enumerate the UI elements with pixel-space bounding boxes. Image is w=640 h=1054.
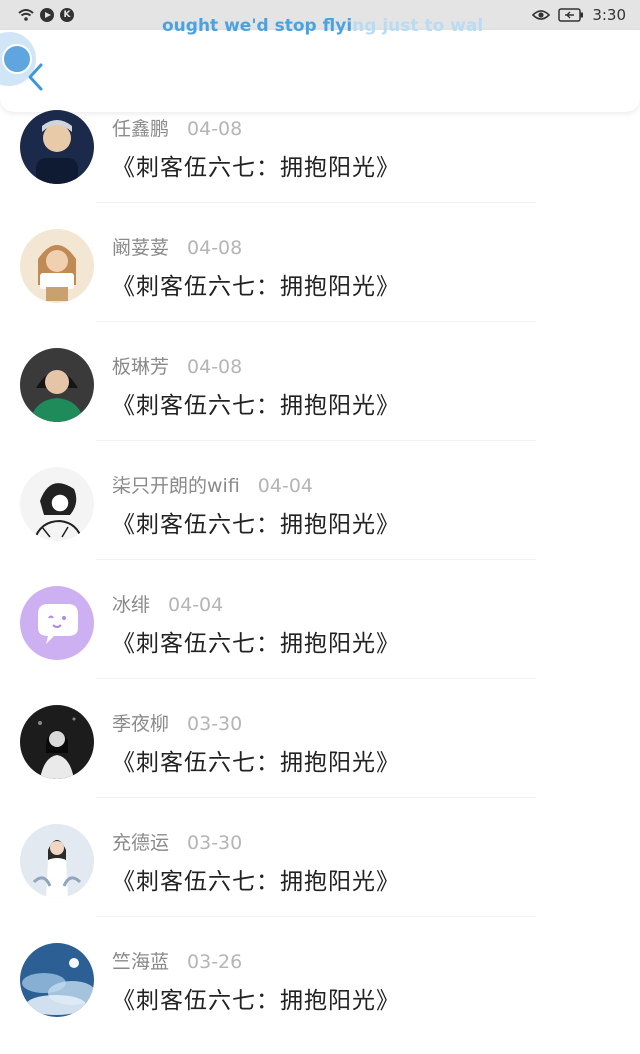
list-item[interactable]: 柒只开朗的wifi 04-04 《刺客伍六七：拥抱阳光》 [0,459,640,578]
k-app-icon [60,8,74,22]
avatar[interactable] [20,348,94,422]
avatar[interactable] [20,110,94,184]
list-item[interactable]: 竺海蓝 03-26 《刺客伍六七：拥抱阳光》 [0,935,640,1054]
close-icon [2,44,32,74]
user-name[interactable]: 冰绯 [112,590,150,617]
divider [96,559,536,560]
avatar[interactable] [20,467,94,541]
list-item[interactable]: 冰绯 04-04 《刺客伍六七：拥抱阳光》 [0,578,640,697]
clock: 3:30 [592,6,626,24]
work-title[interactable]: 《刺客伍六七：拥抱阳光》 [112,624,400,658]
avatar[interactable] [20,943,94,1017]
comment-meta: 任鑫鹏 04-08 [112,114,242,141]
list-item[interactable]: 季夜柳 03-30 《刺客伍六七：拥抱阳光》 [0,697,640,816]
lyric-current: ought we'd stop flyi [162,16,353,36]
comment-date: 03-30 [187,832,243,854]
comment-date: 04-08 [187,118,243,140]
eye-icon [532,10,551,20]
comment-date: 04-04 [257,475,314,497]
user-name[interactable]: 板琳芳 [112,352,169,379]
battery-icon [558,8,584,22]
work-title[interactable]: 《刺客伍六七：拥抱阳光》 [112,267,400,301]
comment-date: 04-08 [187,237,243,259]
avatar[interactable] [20,705,94,779]
play-status-icon [40,8,54,22]
comment-date: 04-08 [187,356,243,378]
comment-date: 04-04 [168,594,224,616]
divider [96,440,536,441]
status-right: 3:30 [532,6,626,24]
work-title[interactable]: 《刺客伍六七：拥抱阳光》 [112,743,400,777]
work-title[interactable]: 《刺客伍六七：拥抱阳光》 [112,148,400,182]
divider [96,678,536,679]
comment-date: 03-30 [187,713,243,735]
list-item[interactable]: 阚荽荽 04-08 《刺客伍六七：拥抱阳光》 [0,221,640,340]
comment-meta: 冰绯 04-04 [112,590,223,617]
work-title[interactable]: 《刺客伍六七：拥抱阳光》 [112,505,400,539]
user-name[interactable]: 阚荽荽 [112,233,169,260]
avatar[interactable] [20,586,94,660]
user-name[interactable]: 柒只开朗的wifi [112,471,240,498]
divider [96,797,536,798]
top-app-bar [0,30,640,112]
user-name[interactable]: 季夜柳 [112,709,169,736]
comment-meta: 阚荽荽 04-08 [112,233,242,260]
status-left-icons [18,8,74,22]
comment-meta: 柒只开朗的wifi 04-04 [112,471,313,498]
floating-lyric: ought we'd stop flying just to walk this… [162,16,482,36]
comment-date: 03-26 [187,951,243,973]
comment-meta: 板琳芳 04-08 [112,352,242,379]
wifi-icon [18,8,34,21]
list-item[interactable]: 板琳芳 04-08 《刺客伍六七：拥抱阳光》 [0,340,640,459]
comment-list: 任鑫鹏 04-08 《刺客伍六七：拥抱阳光》 阚荽荽 04-08 《刺客伍六七：… [0,102,640,1054]
list-item[interactable]: 任鑫鹏 04-08 《刺客伍六七：拥抱阳光》 [0,102,640,221]
list-item[interactable]: 充德运 03-30 《刺客伍六七：拥抱阳光》 [0,816,640,935]
user-name[interactable]: 充德运 [112,828,169,855]
avatar[interactable] [20,229,94,303]
divider [96,916,536,917]
comment-meta: 季夜柳 03-30 [112,709,242,736]
work-title[interactable]: 《刺客伍六七：拥抱阳光》 [112,386,400,420]
work-title[interactable]: 《刺客伍六七：拥抱阳光》 [112,862,400,896]
comment-meta: 竺海蓝 03-26 [112,947,242,974]
work-title[interactable]: 《刺客伍六七：拥抱阳光》 [112,981,400,1015]
divider [96,202,536,203]
user-name[interactable]: 竺海蓝 [112,947,169,974]
comment-meta: 充德运 03-30 [112,828,242,855]
lyric-upcoming: ng just to walk this o [352,16,482,36]
user-name[interactable]: 任鑫鹏 [112,114,169,141]
divider [96,321,536,322]
avatar[interactable] [20,824,94,898]
